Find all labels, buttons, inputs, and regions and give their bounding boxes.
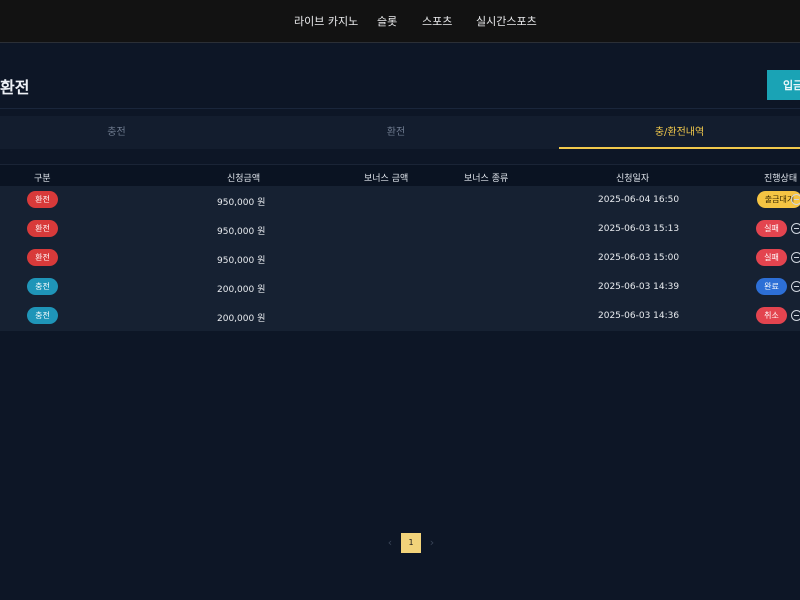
table-header: 구분 신청금액 보너스 금액 보너스 종류 신청일자 진행상태 [0,164,800,188]
header-date: 신청일자 [616,174,650,184]
nav-live-casino[interactable]: 라이브 카지노 [294,13,358,29]
prev-page-icon[interactable]: ‹ [381,533,399,553]
nav-sports[interactable]: 스포츠 [422,13,452,29]
table-row: 환전 950,000 원 2025-06-03 15:00 실패 [0,244,800,274]
table-row: 환전 950,000 원 2025-06-04 16:50 출금대기 [0,186,800,216]
minus-circle-icon[interactable] [791,194,800,205]
next-page-icon[interactable]: › [423,533,441,553]
nav-live-sports[interactable]: 실시간스포츠 [476,13,537,29]
header-status: 진행상태 [764,174,798,184]
date-cell: 2025-06-03 15:13 [598,224,680,234]
amount-cell: 950,000 원 [217,198,266,208]
header-bonus-amount: 보너스 금액 [364,174,409,184]
nav-slot[interactable]: 슬롯 [377,13,397,29]
date-cell: 2025-06-04 16:50 [598,195,680,205]
type-badge: 환전 [27,220,58,237]
amount-cell: 200,000 원 [217,314,266,324]
type-badge: 환전 [27,191,58,208]
status-badge[interactable]: 취소 [756,307,787,324]
type-badge: 환전 [27,249,58,266]
table-row: 충전 200,000 원 2025-06-03 14:39 완료 [0,273,800,303]
page-title: 환전 [0,78,30,97]
deposit-button[interactable]: 입금 [767,70,800,100]
tab-withdraw[interactable]: 환전 [233,116,559,149]
deposit-button-label: 입금 [783,79,800,92]
minus-circle-icon[interactable] [791,223,800,234]
date-cell: 2025-06-03 14:36 [598,311,680,321]
tab-bar: 충전 환전 충/환전내역 [0,116,800,149]
minus-circle-icon[interactable] [791,252,800,263]
status-badge[interactable]: 실패 [756,220,787,237]
type-badge: 충전 [27,278,58,295]
header-bonus-type: 보너스 종류 [464,174,509,184]
date-cell: 2025-06-03 15:00 [598,253,680,263]
type-badge: 충전 [27,307,58,324]
page-1-button[interactable]: 1 [401,533,421,553]
table-row: 충전 200,000 원 2025-06-03 14:36 취소 [0,302,800,332]
header-amount: 신청금액 [227,174,261,184]
tab-deposit[interactable]: 충전 [0,116,233,149]
amount-cell: 200,000 원 [217,285,266,295]
amount-cell: 950,000 원 [217,256,266,266]
title-divider [0,108,800,109]
amount-cell: 950,000 원 [217,227,266,237]
table-row: 환전 950,000 원 2025-06-03 15:13 실패 [0,215,800,245]
top-navigation: 라이브 카지노 슬롯 스포츠 실시간스포츠 [0,0,800,43]
status-badge[interactable]: 완료 [756,278,787,295]
date-cell: 2025-06-03 14:39 [598,282,680,292]
minus-circle-icon[interactable] [791,310,800,321]
tab-history[interactable]: 충/환전내역 [559,116,800,149]
header-type: 구분 [34,174,51,184]
pagination: ‹ 1 › [381,533,441,553]
status-badge[interactable]: 실패 [756,249,787,266]
minus-circle-icon[interactable] [791,281,800,292]
